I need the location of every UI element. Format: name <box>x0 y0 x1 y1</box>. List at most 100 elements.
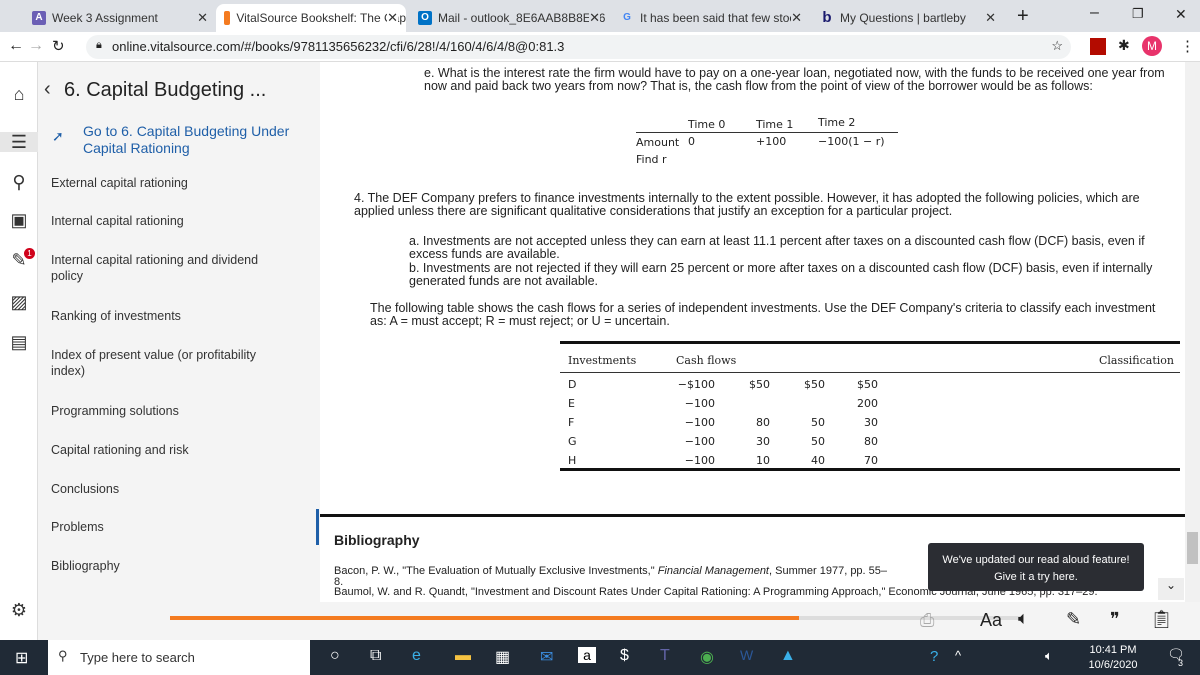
assignment-icon: A <box>32 11 46 25</box>
tab-week3[interactable]: A Week 3 Assignment ✕ <box>24 4 216 32</box>
tab-bartleby[interactable]: b My Questions | bartleby ✕ <box>812 4 1004 32</box>
read-aloud-icon[interactable]: 🔈︎ <box>1018 608 1029 629</box>
reading-progress-bar[interactable] <box>170 616 1020 620</box>
url-input[interactable]: 🔒︎ online.vitalsource.com/#/books/9781135… <box>86 35 1071 59</box>
sidebar-item[interactable]: Ranking of investments <box>51 308 291 324</box>
cash-flow-cell: $50 <box>857 378 878 391</box>
amazon-icon[interactable]: a <box>578 647 596 663</box>
restore-button[interactable]: ❐ <box>1132 6 1144 22</box>
close-icon[interactable]: ✕ <box>589 10 600 26</box>
image-icon[interactable]: ▨ <box>9 292 29 312</box>
investment-label: H <box>568 454 577 467</box>
bartleby-icon: b <box>822 9 832 26</box>
chevron-down-icon[interactable]: ⌄ <box>1158 578 1184 600</box>
mail-icon[interactable]: ✉ <box>540 647 553 667</box>
sidebar-item[interactable]: Index of present value (or profitability… <box>51 347 291 379</box>
chrome-icon[interactable]: ◉ <box>700 647 714 667</box>
back-icon[interactable]: ← <box>8 37 24 55</box>
clock[interactable]: 10:41 PM 10/6/2020 <box>1078 644 1148 671</box>
tab-google[interactable]: G It has been said that few stock ✕ <box>612 4 810 32</box>
header-cell: Cash flows <box>676 354 737 367</box>
new-tab-button[interactable]: + <box>1017 5 1029 28</box>
question-4: 4. The DEF Company prefers to finance in… <box>354 191 1140 218</box>
cash-flow-cell: 50 <box>811 416 825 429</box>
cell: +100 <box>756 134 787 148</box>
investments-table: Investments Cash flows Classification D −… <box>560 341 1180 471</box>
reader-toolbar: ⎙ Aa 🔈︎ ✎ ❞ 📋︎ <box>38 602 1200 640</box>
tab-label: Mail - outlook_8E6AAB8B8EB6 <box>438 11 606 25</box>
settings-icon[interactable]: ⚙ <box>9 600 29 620</box>
copy-link-icon[interactable]: 📋︎ <box>1150 609 1173 630</box>
home-icon[interactable]: ⌂ <box>9 84 29 104</box>
bookmark-icon[interactable]: ▣ <box>9 210 29 230</box>
back-chevron-icon[interactable]: ‹ <box>44 78 51 101</box>
taskbar-search-input[interactable]: ⚲ Type here to search <box>48 640 310 675</box>
star-icon[interactable]: ☆ <box>1051 38 1063 54</box>
store-icon[interactable]: ▦ <box>495 647 510 667</box>
cash-flow-cell: −100 <box>684 435 715 448</box>
tab-mail[interactable]: O Mail - outlook_8E6AAB8B8EB6 ✕ <box>410 4 608 32</box>
tray-chevron-icon[interactable]: ^ <box>955 648 961 663</box>
goto-chapter-link[interactable]: Go to 6. Capital Budgeting Under Capital… <box>83 123 303 157</box>
read-aloud-tooltip: We've updated our read aloud feature! Giv… <box>928 543 1144 591</box>
scrollbar[interactable] <box>1185 62 1200 602</box>
sidebar-item[interactable]: Internal capital rationing <box>51 213 291 229</box>
search-placeholder: Type here to search <box>80 650 195 665</box>
close-icon[interactable]: ✕ <box>985 10 996 26</box>
cash-flow-cell: −$100 <box>677 378 715 391</box>
sidebar-item[interactable]: Problems <box>51 519 291 535</box>
tab-label: It has been said that few stock <box>640 11 802 25</box>
app-icon[interactable]: $ <box>620 647 629 665</box>
task-view-icon[interactable]: ⧉ <box>370 647 381 665</box>
close-window-button[interactable]: ✕ <box>1175 6 1187 23</box>
sidebar-item[interactable]: Capital rationing and risk <box>51 442 291 458</box>
font-settings-button[interactable]: Aa <box>980 610 1002 631</box>
forward-icon[interactable]: → <box>28 37 44 55</box>
extensions-icon[interactable]: ✱ <box>1118 37 1130 54</box>
cash-flow-cell: 80 <box>756 416 770 429</box>
close-icon[interactable]: ✕ <box>791 10 802 26</box>
photos-icon[interactable]: ▲ <box>780 647 796 665</box>
menu-icon[interactable]: ⋮ <box>1180 37 1195 55</box>
pdf-extension-icon[interactable] <box>1090 38 1106 55</box>
sidebar-item[interactable]: Conclusions <box>51 481 291 497</box>
print-icon[interactable]: ⎙ <box>920 610 934 631</box>
address-bar-row: ← → ↻ 🔒︎ online.vitalsource.com/#/books/9… <box>0 32 1200 62</box>
windows-start-icon[interactable]: ⊞ <box>15 648 28 668</box>
investment-label: F <box>568 416 575 429</box>
sidebar-item[interactable]: External capital rationing <box>51 175 291 191</box>
bib-journal: Financial Management <box>657 565 769 577</box>
teams-icon[interactable]: T <box>660 647 670 665</box>
header-cell: Investments <box>568 354 637 367</box>
lock-icon: 🔒︎ <box>96 39 102 51</box>
time: 10:41 PM <box>1089 644 1137 656</box>
citation-icon[interactable]: ❞ <box>1110 609 1120 630</box>
bib-entry: Bacon, P. W., "The Evaluation of Mutuall… <box>334 565 658 577</box>
tab-vitalsource[interactable]: VitalSource Bookshelf: The Cap ✕ <box>216 4 406 32</box>
profile-avatar[interactable]: M <box>1142 36 1162 56</box>
flashcards-icon[interactable]: ▤ <box>9 332 29 352</box>
search-icon: ⚲ <box>58 648 68 663</box>
investment-label: E <box>568 397 575 410</box>
word-icon[interactable]: W <box>740 647 753 663</box>
cortana-icon[interactable]: ○ <box>330 647 340 665</box>
sidebar-item[interactable]: Internal capital rationing and dividend … <box>51 252 291 284</box>
volume-icon[interactable]: 🔈︎ <box>1045 648 1053 664</box>
reload-icon[interactable]: ↻ <box>52 37 65 55</box>
header-cell: Classification <box>1098 354 1174 367</box>
help-icon[interactable]: ? <box>930 648 938 665</box>
cash-flow-cell: $50 <box>749 378 770 391</box>
edge-icon[interactable]: e <box>412 647 421 665</box>
sidebar-item[interactable]: Programming solutions <box>51 403 291 419</box>
sidebar-item[interactable]: Bibliography <box>51 558 291 574</box>
cash-flow-cell: 200 <box>857 397 878 410</box>
table-of-contents-icon[interactable]: ☰ <box>0 132 38 152</box>
search-icon[interactable]: ⚲ <box>9 172 29 192</box>
question-4-instructions: The following table shows the cash flows… <box>370 301 1156 328</box>
close-icon[interactable]: ✕ <box>387 10 398 26</box>
close-icon[interactable]: ✕ <box>197 10 208 26</box>
file-explorer-icon[interactable]: ▬ <box>455 647 471 665</box>
scrollbar-thumb[interactable] <box>1187 532 1198 564</box>
minimize-button[interactable]: – <box>1090 4 1099 22</box>
highlighter-icon[interactable]: ✎ <box>1066 609 1081 630</box>
